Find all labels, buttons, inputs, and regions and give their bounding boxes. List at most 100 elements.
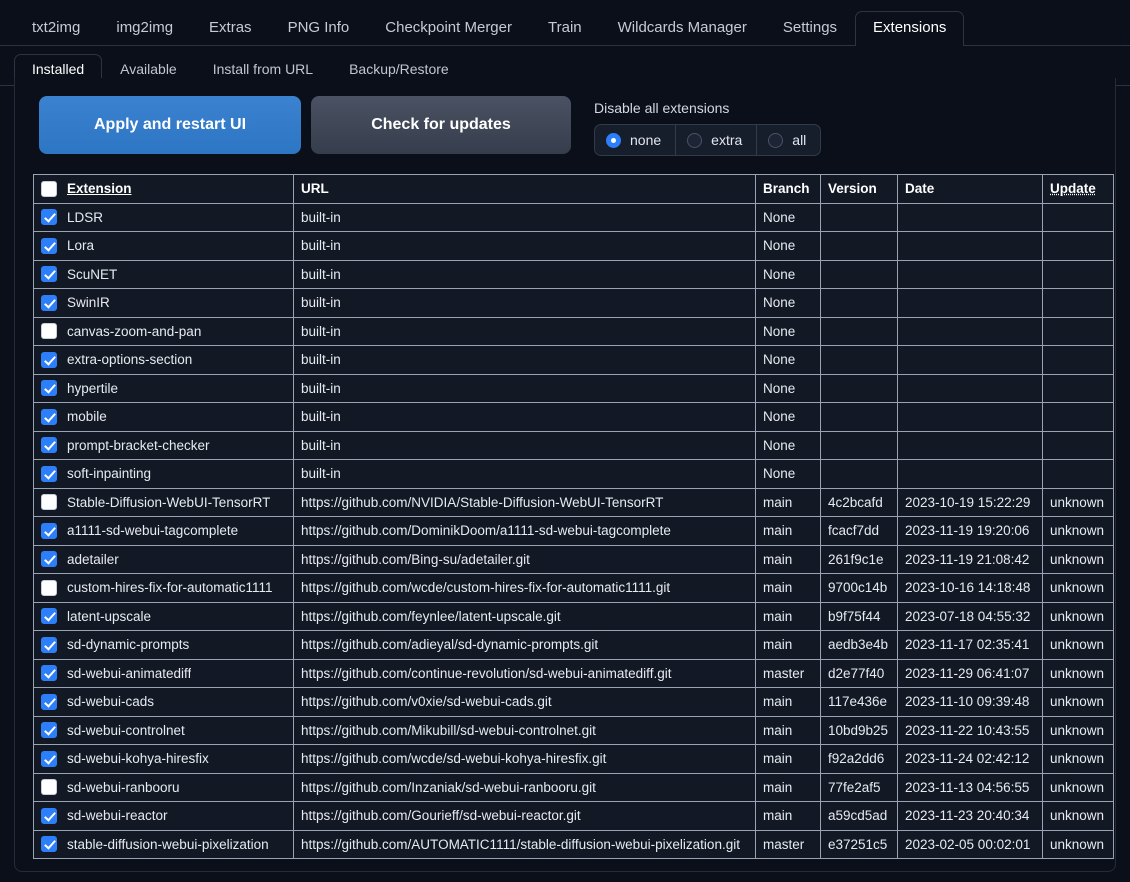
- main-tab-extensions[interactable]: Extensions: [855, 11, 965, 46]
- cell-date: [897, 402, 1043, 432]
- cell-url[interactable]: https://github.com/wcde/sd-webui-kohya-h…: [293, 744, 756, 774]
- radio-option-all[interactable]: all: [757, 124, 822, 156]
- select-all-checkbox[interactable]: [41, 180, 57, 197]
- cell-url[interactable]: built-in: [293, 459, 756, 489]
- extension-name-label: Stable-Diffusion-WebUI-TensorRT: [67, 494, 271, 510]
- cell-update: unknown: [1042, 801, 1114, 831]
- extension-enabled-checkbox[interactable]: [41, 237, 57, 254]
- table-row: hypertile built-in None: [33, 373, 1114, 403]
- main-tab-train[interactable]: Train: [530, 11, 600, 46]
- extensions-table-head: Extension URL Branch Version Date Update: [33, 174, 1114, 204]
- cell-extension-name: Lora: [33, 231, 294, 261]
- extension-enabled-checkbox[interactable]: [41, 380, 57, 397]
- extension-enabled-checkbox[interactable]: [41, 351, 57, 368]
- cell-url[interactable]: https://github.com/Gourieff/sd-webui-rea…: [293, 801, 756, 831]
- cell-url[interactable]: built-in: [293, 316, 756, 346]
- extension-enabled-checkbox[interactable]: [41, 750, 57, 767]
- cell-url[interactable]: https://github.com/Bing-su/adetailer.git: [293, 544, 756, 574]
- main-tab-extras[interactable]: Extras: [191, 11, 270, 46]
- cell-url[interactable]: https://github.com/DominikDoom/a1111-sd-…: [293, 516, 756, 546]
- cell-url[interactable]: built-in: [293, 202, 756, 232]
- main-tab-checkpoint-merger[interactable]: Checkpoint Merger: [367, 11, 530, 46]
- radio-option-extra[interactable]: extra: [676, 124, 758, 156]
- extension-enabled-checkbox[interactable]: [41, 323, 57, 340]
- header-version[interactable]: Version: [820, 174, 898, 204]
- header-branch[interactable]: Branch: [755, 174, 821, 204]
- header-update-label: Update: [1050, 181, 1096, 197]
- main-tab-wildcards-manager[interactable]: Wildcards Manager: [600, 11, 765, 46]
- cell-extension-name: LDSR: [33, 202, 294, 232]
- cell-update: unknown: [1042, 516, 1114, 546]
- main-tab-png-info[interactable]: PNG Info: [270, 11, 368, 46]
- cell-update: [1042, 202, 1114, 232]
- check-for-updates-button[interactable]: Check for updates: [311, 96, 571, 154]
- extension-enabled-checkbox[interactable]: [41, 693, 57, 710]
- extension-enabled-checkbox[interactable]: [41, 465, 57, 482]
- extension-name-label: sd-webui-reactor: [67, 808, 168, 824]
- extension-enabled-checkbox[interactable]: [41, 209, 57, 226]
- extension-name-label: canvas-zoom-and-pan: [67, 323, 202, 339]
- cell-url[interactable]: https://github.com/v0xie/sd-webui-cads.g…: [293, 687, 756, 717]
- cell-branch: None: [755, 345, 821, 375]
- extension-enabled-checkbox[interactable]: [41, 636, 57, 653]
- radio-dot-icon: [687, 132, 703, 148]
- cell-branch: None: [755, 202, 821, 232]
- cell-url[interactable]: https://github.com/NVIDIA/Stable-Diffusi…: [293, 487, 756, 517]
- apply-and-restart-ui-button[interactable]: Apply and restart UI: [39, 96, 301, 154]
- extension-enabled-checkbox[interactable]: [41, 408, 57, 425]
- cell-version: 4c2bcafd: [820, 487, 898, 517]
- cell-url[interactable]: built-in: [293, 373, 756, 403]
- main-tab-txt2img[interactable]: txt2img: [14, 11, 98, 46]
- header-update[interactable]: Update: [1042, 174, 1114, 204]
- main-tab-img2img[interactable]: img2img: [98, 11, 191, 46]
- cell-version: [820, 231, 898, 261]
- cell-url[interactable]: https://github.com/Inzaniak/sd-webui-ran…: [293, 772, 756, 802]
- extension-enabled-checkbox[interactable]: [41, 294, 57, 311]
- cell-url[interactable]: https://github.com/wcde/custom-hires-fix…: [293, 573, 756, 603]
- cell-url[interactable]: https://github.com/feynlee/latent-upscal…: [293, 601, 756, 631]
- disable-all-extensions-group: Disable all extensions none extra all: [594, 96, 822, 156]
- cell-version: [820, 316, 898, 346]
- cell-url[interactable]: https://github.com/AUTOMATIC1111/stable-…: [293, 829, 756, 859]
- header-extension[interactable]: Extension: [33, 174, 294, 204]
- extension-enabled-checkbox[interactable]: [41, 437, 57, 454]
- extension-enabled-checkbox[interactable]: [41, 494, 57, 511]
- extension-enabled-checkbox[interactable]: [41, 665, 57, 682]
- extension-enabled-checkbox[interactable]: [41, 608, 57, 625]
- cell-date: 2023-11-13 04:56:55: [897, 772, 1043, 802]
- table-row: custom-hires-fix-for-automatic1111 https:…: [33, 573, 1114, 603]
- main-tab-settings[interactable]: Settings: [765, 11, 855, 46]
- extension-enabled-checkbox[interactable]: [41, 266, 57, 283]
- extension-enabled-checkbox[interactable]: [41, 836, 57, 853]
- table-row: sd-dynamic-prompts https://github.com/adi…: [33, 630, 1114, 660]
- extension-name-label: adetailer: [67, 551, 119, 567]
- header-date[interactable]: Date: [897, 174, 1043, 204]
- cell-extension-name: sd-webui-reactor: [33, 801, 294, 831]
- extension-enabled-checkbox[interactable]: [41, 807, 57, 824]
- cell-url[interactable]: built-in: [293, 231, 756, 261]
- cell-url[interactable]: https://github.com/adieyal/sd-dynamic-pr…: [293, 630, 756, 660]
- extension-enabled-checkbox[interactable]: [41, 522, 57, 539]
- cell-extension-name: sd-webui-cads: [33, 687, 294, 717]
- cell-url[interactable]: built-in: [293, 430, 756, 460]
- cell-update: unknown: [1042, 573, 1114, 603]
- extension-name-label: soft-inpainting: [67, 466, 152, 482]
- extension-enabled-checkbox[interactable]: [41, 551, 57, 568]
- header-url[interactable]: URL: [293, 174, 756, 204]
- cell-url[interactable]: https://github.com/Mikubill/sd-webui-con…: [293, 715, 756, 745]
- cell-branch: main: [755, 573, 821, 603]
- cell-url[interactable]: https://github.com/continue-revolution/s…: [293, 658, 756, 688]
- cell-extension-name: canvas-zoom-and-pan: [33, 316, 294, 346]
- cell-url[interactable]: built-in: [293, 259, 756, 289]
- cell-extension-name: sd-webui-ranbooru: [33, 772, 294, 802]
- cell-update: unknown: [1042, 487, 1114, 517]
- cell-url[interactable]: built-in: [293, 288, 756, 318]
- cell-update: unknown: [1042, 715, 1114, 745]
- extension-enabled-checkbox[interactable]: [41, 722, 57, 739]
- radio-option-none[interactable]: none: [594, 124, 677, 156]
- extension-enabled-checkbox[interactable]: [41, 779, 57, 796]
- cell-url[interactable]: built-in: [293, 402, 756, 432]
- extension-enabled-checkbox[interactable]: [41, 579, 57, 596]
- extension-name-label: prompt-bracket-checker: [67, 437, 210, 453]
- cell-url[interactable]: built-in: [293, 345, 756, 375]
